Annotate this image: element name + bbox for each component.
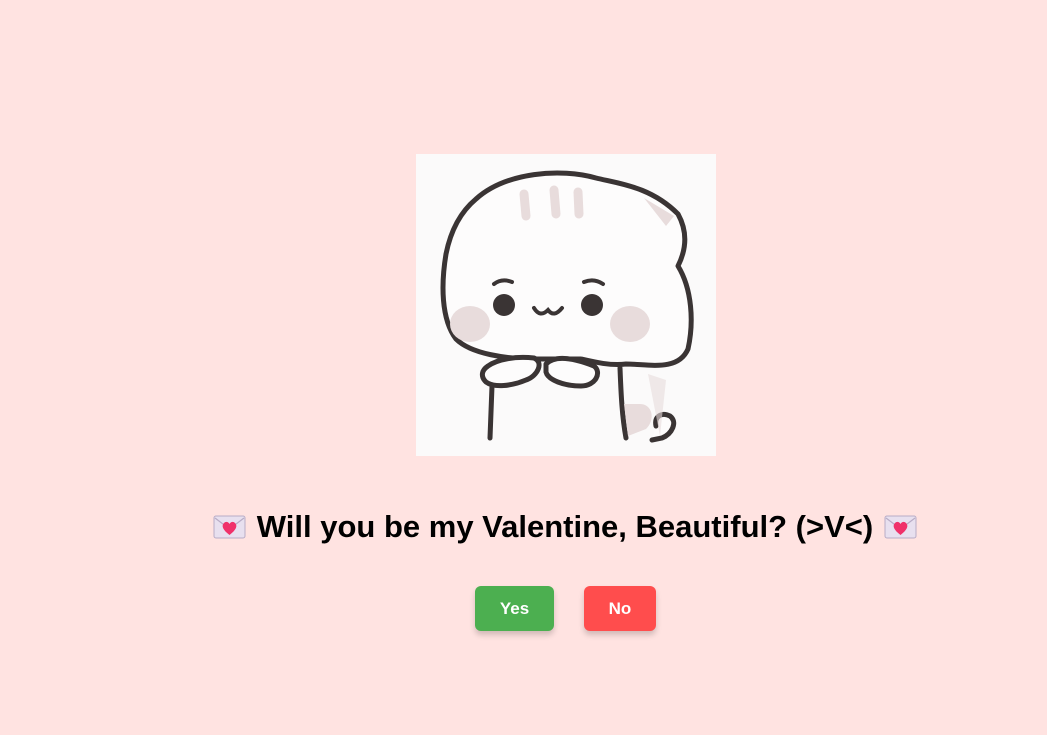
yes-button[interactable]: Yes: [475, 586, 554, 631]
cat-sticker-drawing: [416, 154, 716, 456]
love-letter-icon: [884, 514, 917, 540]
love-letter-icon: [213, 514, 246, 540]
question-text: Will you be my Valentine, Beautiful? (>V…: [256, 508, 874, 544]
cat-sticker-image: [416, 154, 716, 456]
valentine-question: Will you be my Valentine, Beautiful? (>V…: [0, 505, 1047, 547]
no-button[interactable]: No: [584, 586, 656, 631]
